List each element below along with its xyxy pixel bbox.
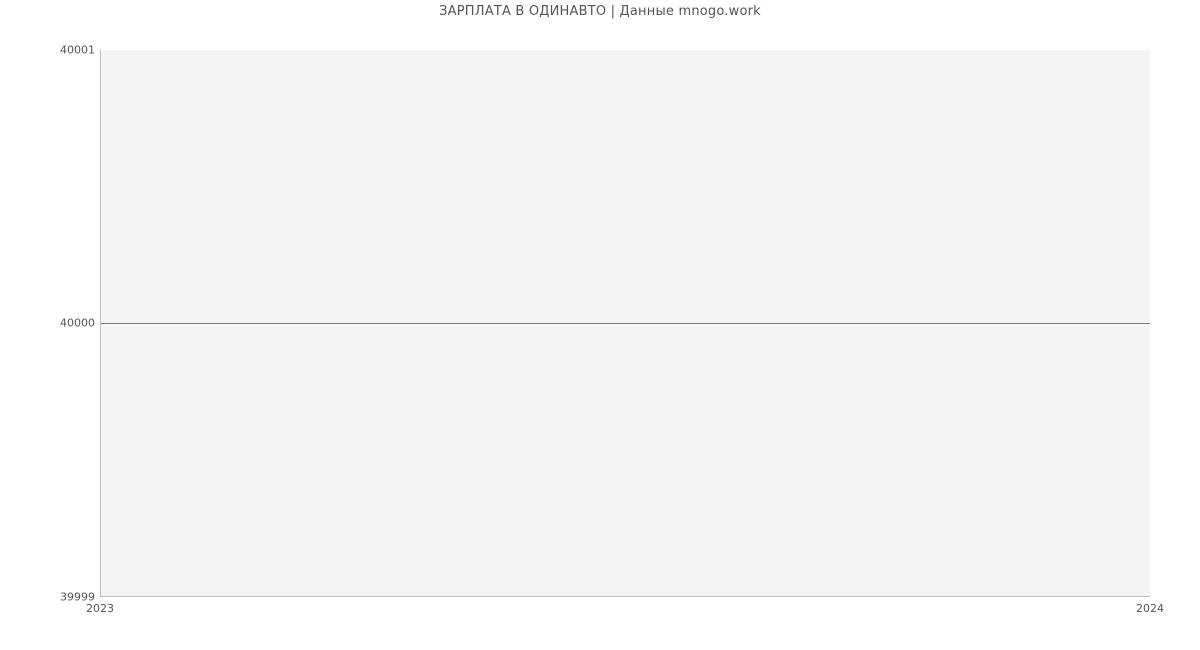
x-tick-label: 2024 [1136, 602, 1164, 615]
y-tick-label: 40000 [40, 317, 95, 330]
y-tick-label: 40001 [40, 44, 95, 57]
data-line [101, 323, 1150, 324]
chart-title: ЗАРПЛАТА В ОДИНАВТО | Данные mnogo.work [0, 4, 1200, 19]
plot-area [100, 50, 1150, 597]
chart-container: ЗАРПЛАТА В ОДИНАВТО | Данные mnogo.work … [0, 0, 1200, 650]
x-tick-label: 2023 [86, 602, 114, 615]
